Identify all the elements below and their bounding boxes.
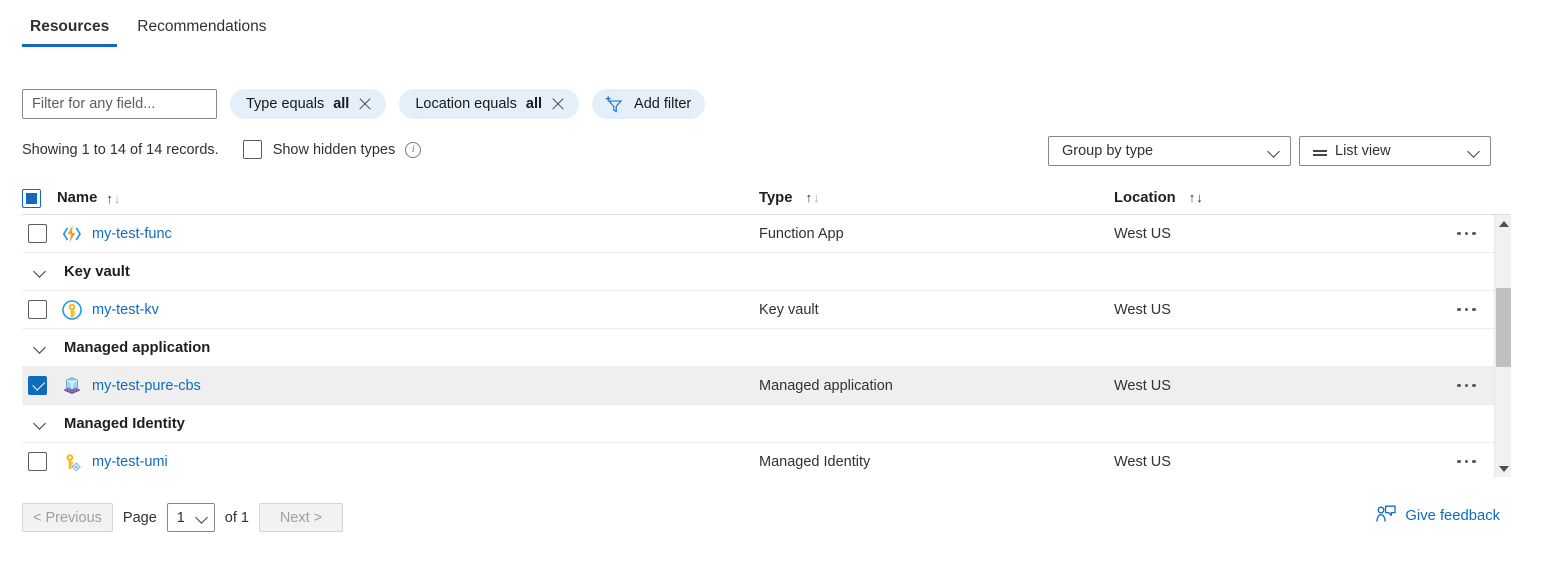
next-page-label: Next >: [279, 509, 323, 526]
row-checkbox[interactable]: [28, 452, 47, 471]
chevron-down-icon: [1468, 145, 1481, 158]
row-context-menu-icon[interactable]: [1453, 302, 1480, 318]
chevron-down-icon: [1268, 145, 1281, 158]
row-checkbox[interactable]: [28, 300, 47, 319]
record-count-text: Showing 1 to 14 of 14 records.: [22, 141, 219, 158]
column-header-name-label: Name: [57, 190, 98, 206]
filter-pill-location-label: Location equals: [415, 96, 517, 112]
show-hidden-types-checkbox[interactable]: [242, 140, 262, 159]
scroll-down-arrow-icon[interactable]: [1495, 460, 1511, 477]
give-feedback-icon: [1376, 505, 1397, 527]
tab-recommendations-label: Recommendations: [137, 18, 267, 35]
view-mode-dropdown[interactable]: List view: [1299, 136, 1491, 166]
group-by-label: Group by type: [1062, 143, 1154, 159]
tab-resources[interactable]: Resources: [22, 18, 118, 47]
next-page-button[interactable]: Next >: [258, 503, 343, 532]
summary-row: Showing 1 to 14 of 14 records. Show hidd…: [22, 140, 422, 159]
row-context-menu-icon[interactable]: [1453, 454, 1480, 470]
row-location: West US: [1114, 377, 1171, 394]
search-input[interactable]: [22, 89, 217, 119]
info-icon[interactable]: i: [405, 141, 422, 158]
chevron-down-icon[interactable]: [34, 341, 48, 355]
pagination-bar: < Previous Page 1 of 1 Next >: [22, 503, 343, 532]
filter-pill-location-value: all: [525, 96, 543, 112]
key-vault-icon: [61, 299, 82, 320]
view-controls: Group by type List view: [1048, 136, 1491, 166]
row-type: Function App: [759, 225, 844, 242]
group-row-label: Managed Identity: [64, 415, 185, 432]
resource-link[interactable]: my-test-func: [92, 226, 172, 242]
row-checkbox[interactable]: [28, 224, 47, 243]
close-icon[interactable]: [358, 97, 372, 111]
select-all-checkbox[interactable]: [22, 188, 41, 208]
filter-bar: Type equals all Location equals all Add …: [22, 89, 706, 119]
group-row-label: Key vault: [64, 263, 130, 280]
column-header-type[interactable]: Type ↑ ↓: [759, 190, 1114, 206]
page-label: Page: [122, 509, 157, 526]
chevron-down-icon: [196, 511, 209, 524]
managed-application-icon: [61, 375, 82, 396]
table-body: my-test-func Function App West US Key va…: [22, 215, 1511, 477]
table-row[interactable]: my-test-func Function App West US: [22, 215, 1511, 253]
group-by-dropdown[interactable]: Group by type: [1048, 136, 1291, 166]
add-filter-button[interactable]: Add filter: [592, 89, 706, 119]
table-row[interactable]: my-test-pure-cbs Managed application Wes…: [22, 367, 1511, 405]
managed-identity-icon: [61, 451, 82, 472]
resource-link[interactable]: my-test-umi: [92, 454, 168, 470]
filter-pill-type-value: all: [333, 96, 350, 112]
page-number-select[interactable]: 1: [166, 503, 215, 532]
row-context-menu-icon[interactable]: [1453, 226, 1480, 242]
sort-icon[interactable]: ↑ ↓: [806, 191, 820, 204]
scroll-up-arrow-icon[interactable]: [1495, 215, 1511, 232]
row-type: Managed Identity: [759, 453, 871, 470]
chevron-down-icon[interactable]: [34, 265, 48, 279]
table-row[interactable]: my-test-kv Key vault West US: [22, 291, 1511, 329]
row-location: West US: [1114, 225, 1171, 242]
add-filter-label: Add filter: [634, 96, 692, 112]
column-header-type-label: Type: [759, 190, 793, 206]
group-row-managed-application[interactable]: Managed application: [22, 329, 1511, 367]
tab-bar: Resources Recommendations: [22, 18, 275, 47]
scrollbar-thumb[interactable]: [1496, 288, 1511, 367]
tab-recommendations[interactable]: Recommendations: [129, 18, 274, 47]
tab-resources-label: Resources: [30, 18, 110, 35]
list-view-icon: [1313, 150, 1327, 155]
view-mode-label: List view: [1335, 143, 1391, 159]
filter-pill-type-label: Type equals: [246, 96, 325, 112]
resources-table: Name ↑ ↓ Type ↑ ↓ Location ↑ ↓ my-test-f…: [22, 182, 1511, 477]
group-row-label: Managed application: [64, 339, 211, 356]
total-pages-label: of 1: [224, 509, 249, 526]
row-checkbox[interactable]: [28, 376, 47, 395]
table-header: Name ↑ ↓ Type ↑ ↓ Location ↑ ↓: [22, 182, 1511, 215]
resource-link[interactable]: my-test-kv: [92, 302, 159, 318]
previous-page-label: < Previous: [33, 509, 102, 526]
previous-page-button[interactable]: < Previous: [22, 503, 113, 532]
filter-pill-location[interactable]: Location equals all: [399, 89, 580, 119]
row-type: Managed application: [759, 377, 893, 394]
give-feedback-label: Give feedback: [1405, 508, 1500, 524]
row-type: Key vault: [759, 301, 819, 318]
table-vertical-scrollbar[interactable]: [1494, 215, 1511, 477]
column-header-name[interactable]: Name ↑ ↓: [22, 188, 759, 208]
page-number-value: 1: [176, 509, 185, 526]
sort-icon[interactable]: ↑ ↓: [106, 192, 120, 205]
chevron-down-icon[interactable]: [34, 417, 48, 431]
filter-pill-type[interactable]: Type equals all: [230, 89, 387, 119]
sort-icon[interactable]: ↑ ↓: [1189, 191, 1203, 204]
column-header-location[interactable]: Location ↑ ↓: [1114, 190, 1414, 206]
resources-page: Resources Recommendations Type equals al…: [0, 0, 1544, 583]
close-icon[interactable]: [551, 97, 565, 111]
function-app-icon: [61, 223, 82, 244]
row-location: West US: [1114, 453, 1171, 470]
group-row-key-vault[interactable]: Key vault: [22, 253, 1511, 291]
show-hidden-types-label: Show hidden types: [272, 141, 396, 158]
row-location: West US: [1114, 301, 1171, 318]
add-filter-icon: [604, 95, 623, 113]
resource-link[interactable]: my-test-pure-cbs: [92, 378, 201, 394]
table-row[interactable]: my-test-umi Managed Identity West US: [22, 443, 1511, 477]
column-header-location-label: Location: [1114, 190, 1176, 206]
row-context-menu-icon[interactable]: [1453, 378, 1480, 394]
group-row-managed-identity[interactable]: Managed Identity: [22, 405, 1511, 443]
give-feedback-button[interactable]: Give feedback: [1376, 505, 1500, 527]
